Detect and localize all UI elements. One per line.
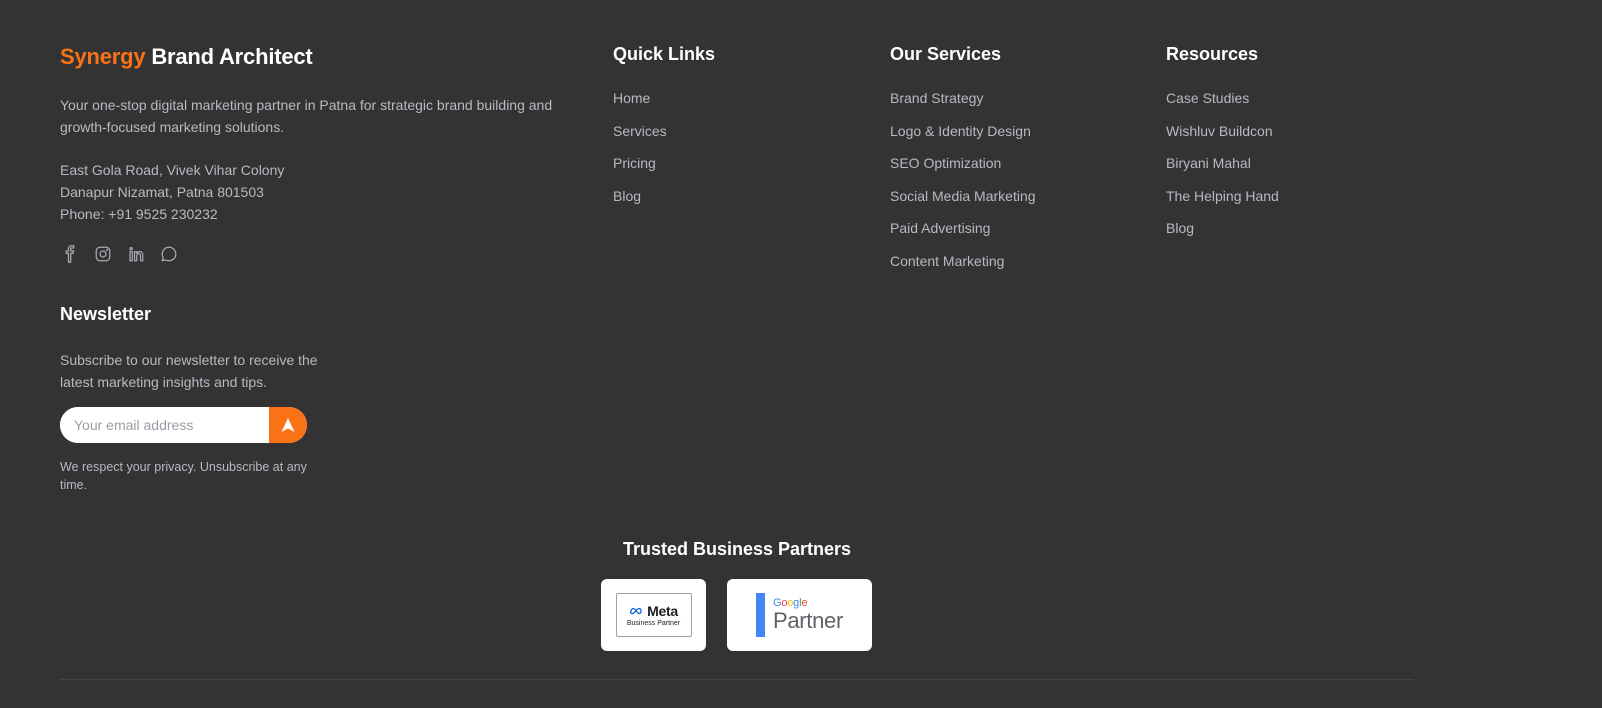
resource-link[interactable]: Wishluv Buildcon — [1166, 122, 1279, 155]
service-link[interactable]: Social Media Marketing — [890, 187, 1036, 220]
quick-link[interactable]: Home — [613, 89, 715, 122]
quick-link[interactable]: Blog — [613, 187, 715, 220]
resource-link[interactable]: Blog — [1166, 219, 1279, 252]
brand-name: Brand Architect — [145, 44, 313, 69]
quick-links-title: Quick Links — [613, 44, 716, 64]
footer-divider — [60, 679, 1414, 680]
newsletter-title: Newsletter — [60, 304, 152, 324]
contact-address: East Gola Road, Vivek Vihar Colony Danap… — [60, 159, 284, 225]
quick-links-column: Quick Links Home Services Pricing Blog — [613, 44, 715, 219]
google-partner-badge: Google Partner — [727, 579, 872, 651]
brand-accent: Synergy — [60, 44, 146, 69]
resources-title: Resources — [1166, 44, 1259, 64]
facebook-icon[interactable] — [60, 244, 79, 263]
partners-title: Trusted Business Partners — [622, 539, 852, 559]
quick-link[interactable]: Pricing — [613, 154, 715, 187]
resource-link[interactable]: Biryani Mahal — [1166, 154, 1279, 187]
address-line-1: East Gola Road, Vivek Vihar Colony — [60, 162, 285, 178]
quick-link[interactable]: Services — [613, 122, 715, 155]
phone-number: Phone: +91 9525 230232 — [60, 206, 218, 222]
google-bar — [755, 593, 765, 637]
instagram-icon[interactable] — [93, 244, 112, 263]
send-icon — [281, 418, 295, 432]
social-links — [60, 244, 178, 263]
newsletter-description: Subscribe to our newsletter to receive t… — [60, 352, 318, 390]
google-partner-label: Partner — [772, 608, 844, 633]
service-link[interactable]: SEO Optimization — [890, 154, 1036, 187]
meta-word: Meta — [647, 603, 678, 619]
about-text: Your one-stop digital marketing partner … — [60, 97, 553, 135]
resource-link[interactable]: The Helping Hand — [1166, 187, 1279, 220]
newsletter-form — [60, 407, 307, 443]
whatsapp-icon[interactable] — [159, 244, 178, 263]
service-link[interactable]: Logo & Identity Design — [890, 122, 1036, 155]
meta-sub-label: Business Partner — [626, 620, 681, 627]
brand-logo[interactable]: Synergy Brand Architect — [60, 44, 313, 70]
services-column: Our Services Brand Strategy Logo & Ident… — [890, 44, 1036, 284]
linkedin-icon[interactable] — [126, 244, 145, 263]
address-line-2: Danapur Nizamat, Patna 801503 — [60, 184, 264, 200]
resources-column: Resources Case Studies Wishluv Buildcon … — [1166, 44, 1279, 252]
meta-logo-icon — [629, 607, 642, 615]
service-link[interactable]: Brand Strategy — [890, 89, 1036, 122]
privacy-note: We respect your privacy. Unsubscribe at … — [60, 460, 307, 492]
meta-partner-badge: Meta Business Partner — [601, 579, 706, 651]
services-title: Our Services — [890, 44, 1002, 64]
resource-link[interactable]: Case Studies — [1166, 89, 1279, 122]
service-link[interactable]: Paid Advertising — [890, 219, 1036, 252]
service-link[interactable]: Content Marketing — [890, 252, 1036, 285]
subscribe-button[interactable] — [269, 407, 307, 443]
email-input[interactable] — [60, 407, 269, 443]
